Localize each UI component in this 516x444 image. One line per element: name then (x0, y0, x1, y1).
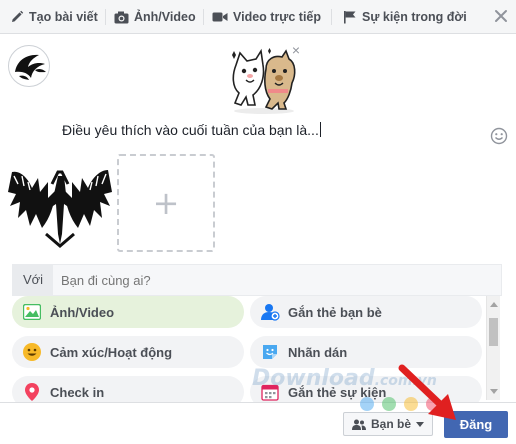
tag-people-input[interactable] (61, 272, 461, 288)
option-label: Nhãn dán (288, 344, 348, 360)
with-label: Với (13, 265, 53, 295)
option-tag-event[interactable]: Gắn thẻ sự kiện (250, 376, 482, 402)
tab-divider (105, 9, 106, 25)
option-photo-video[interactable]: Ảnh/Video (12, 296, 244, 328)
tribal-tattoo-image (8, 154, 112, 252)
tag-people-row: Với (12, 264, 502, 296)
tab-create-post-label: Tạo bài viết (29, 10, 98, 24)
location-pin-icon (25, 383, 39, 401)
post-text-input[interactable]: Điều yêu thích vào cuối tuần của bạn là.… (62, 122, 321, 138)
option-label: Ảnh/Video (50, 304, 115, 320)
plus-icon: + (152, 184, 180, 222)
option-label: Check in (50, 384, 105, 400)
photo-icon (23, 304, 41, 320)
video-camera-icon (212, 12, 228, 22)
option-label: Gắn thẻ sự kiện (288, 384, 387, 400)
text-caret (319, 122, 321, 137)
tab-divider (203, 9, 204, 25)
options-scrollbar[interactable] (486, 296, 500, 400)
tribal-logo-icon (15, 54, 46, 80)
option-tag-friends[interactable]: Gắn thẻ bạn bè (250, 296, 482, 328)
flag-icon (344, 11, 356, 24)
tab-photo-video[interactable]: Ảnh/Video (114, 0, 196, 34)
composer-tab-bar: Tạo bài viết Ảnh/Video Video trực tiếp S… (0, 0, 516, 34)
tab-life-event[interactable]: Sự kiện trong đời (343, 0, 467, 34)
close-icon[interactable] (492, 7, 510, 25)
post-options-grid: Ảnh/Video Gắn thẻ bạn bè Cảm xúc/Hoạt độ… (0, 296, 516, 402)
tab-divider (331, 9, 332, 25)
pencil-icon (12, 10, 24, 22)
option-label: Gắn thẻ bạn bè (288, 304, 382, 320)
emoji-icon[interactable] (490, 127, 508, 145)
dropdown-caret-icon (416, 421, 424, 427)
avatar[interactable] (8, 45, 50, 87)
option-label: Cảm xúc/Hoạt động (50, 344, 173, 360)
photo-thumbnail[interactable] (8, 154, 112, 252)
scroll-down-arrow-icon[interactable] (490, 389, 498, 394)
tab-live-video-label: Video trực tiếp (233, 10, 322, 24)
friends-icon (351, 419, 366, 430)
option-feeling-activity[interactable]: Cảm xúc/Hoạt động (12, 336, 244, 368)
calendar-icon (261, 384, 279, 401)
remove-sticker-button[interactable]: × (290, 43, 302, 57)
smiley-icon (23, 343, 41, 361)
scroll-thumb[interactable] (489, 318, 498, 346)
post-button[interactable]: Đăng (444, 411, 508, 438)
tab-live-video[interactable]: Video trực tiếp (212, 0, 321, 34)
audience-selector[interactable]: Bạn bè (343, 412, 433, 436)
sticker-icon (263, 345, 277, 359)
option-stickers[interactable]: Nhãn dán (250, 336, 482, 368)
add-photo-button[interactable]: + (117, 154, 215, 252)
tab-photo-video-label: Ảnh/Video (134, 10, 196, 24)
post-composer: × Điều yêu thích vào cuối tuần của bạn l… (0, 35, 516, 263)
post-text-content: Điều yêu thích vào cuối tuần của bạn là.… (62, 122, 319, 138)
tab-create-post[interactable]: Tạo bài viết (10, 0, 98, 34)
scroll-up-arrow-icon[interactable] (490, 302, 498, 307)
camera-icon (114, 11, 129, 23)
audience-label: Bạn bè (370, 417, 411, 431)
composer-footer: Bạn bè Đăng (0, 402, 516, 444)
tag-friends-icon (261, 304, 280, 321)
tab-life-event-label: Sự kiện trong đời (362, 10, 467, 24)
option-check-in[interactable]: Check in (12, 376, 244, 402)
